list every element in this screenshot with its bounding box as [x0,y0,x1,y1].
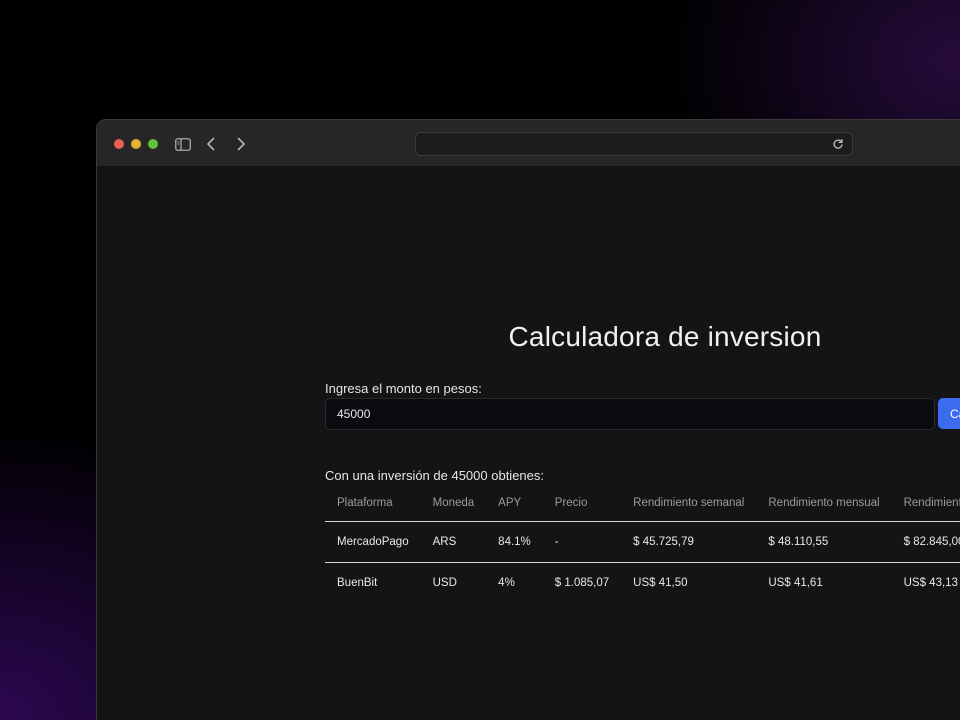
table-cell: BuenBit [337,577,378,589]
page-title: Calculadora de inversion [508,321,822,352]
table-cell: US$ 43,13 [903,577,958,589]
column-header: Rendimiento anual [891,485,960,522]
results-table: Plataforma Moneda APY Precio Rendimiento… [325,485,960,603]
table-cell: $ 1.085,07 [554,577,610,589]
close-window-button[interactable] [114,139,124,149]
column-header: Rendimiento mensual [756,485,892,522]
table-row: BuenBit USD 4% $ 1.085,07 US$ 41,50 US$ … [325,563,960,604]
table-row: MercadoPago ARS 84.1% - $ 45.725,79 $ 48… [325,521,960,563]
amount-label: Ingresa el monto en pesos: [325,381,482,396]
reload-icon[interactable] [832,137,846,151]
table-cell: ARS [420,521,487,563]
table-cell: US$ 41,61 [768,577,823,589]
table-header-row: Plataforma Moneda APY Precio Rendimiento… [325,485,960,522]
minimize-window-button[interactable] [131,139,141,149]
browser-toolbar [97,120,960,167]
table-cell: 4% [498,577,515,589]
column-header: APY [486,485,543,522]
table-cell: $ 82.845,00 [891,521,960,563]
table-cell: US$ 41,50 [633,577,688,589]
result-summary: Con una inversión de 45000 obtienes: [325,468,544,483]
table-cell: - [542,521,622,563]
table-cell: $ 45.725,79 [621,521,757,563]
page-content: Calculadora de inversion Ingresa el mont… [97,167,960,720]
chevron-right-icon[interactable] [231,134,251,154]
table-cell: $ 48.110,55 [756,521,892,563]
column-header: Precio [542,485,622,522]
sidebar-icon[interactable] [173,134,193,154]
calculate-button[interactable]: Calcular [938,398,960,429]
column-header: Plataforma [325,485,421,522]
browser-window: Calculadora de inversion Ingresa el mont… [96,119,960,720]
address-bar[interactable] [415,132,853,156]
table-cell: 84.1% [486,521,543,563]
chevron-left-icon[interactable] [201,134,221,154]
table-cell: USD [432,577,457,589]
column-header: Rendimiento semanal [621,485,757,522]
maximize-window-button[interactable] [148,139,158,149]
column-header: Moneda [420,485,487,522]
table-cell: MercadoPago [325,521,421,563]
amount-input[interactable] [325,398,935,430]
